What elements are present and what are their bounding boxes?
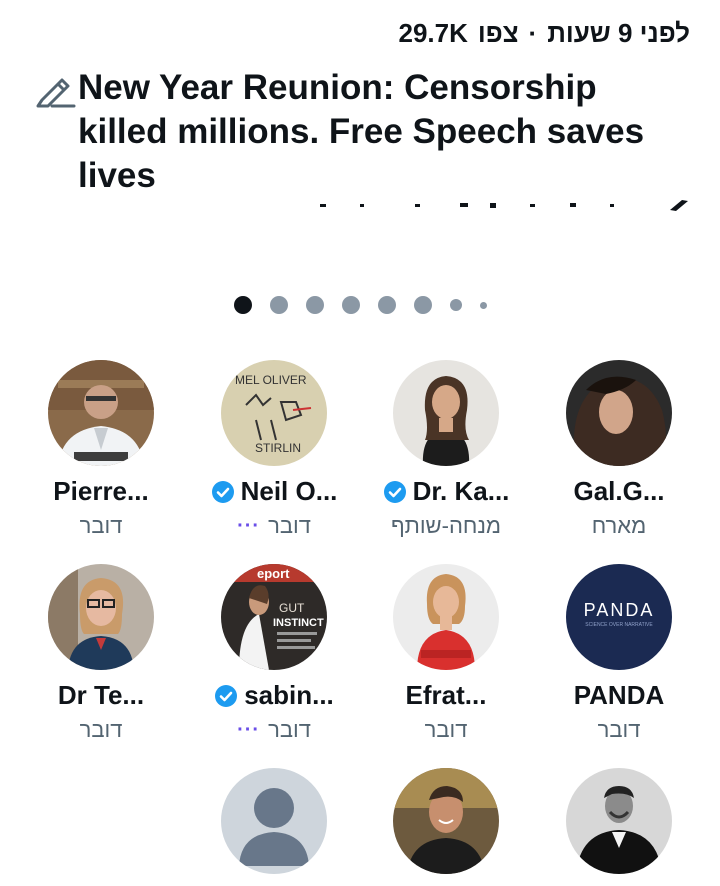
avatar[interactable]: [393, 360, 499, 466]
participant-name: Pierre...: [53, 476, 149, 506]
avatar[interactable]: MEL OLIVER STIRLIN: [221, 360, 327, 466]
participant-card[interactable]: Efrat... דובר: [356, 564, 536, 743]
space-title-row: New Year Reunion: Censorship killed mill…: [34, 66, 690, 198]
views-count: 29.7K: [398, 18, 468, 48]
space-header-meta: 29.7K צפו · לפני 9 שעות: [399, 18, 690, 49]
avatar[interactable]: [393, 768, 499, 874]
avatar[interactable]: [48, 564, 154, 670]
participant-role: מארח: [591, 513, 647, 538]
participant-card[interactable]: Dr Te... דובר: [11, 564, 191, 743]
avatar[interactable]: PANDA SCIENCE OVER NARRATIVE: [566, 564, 672, 670]
avatar[interactable]: [221, 768, 327, 874]
views-label: צפו: [477, 18, 519, 48]
carousel-dot[interactable]: [341, 296, 360, 314]
participant-card[interactable]: MEL OLIVER STIRLIN Neil O... ··· דובר: [184, 360, 364, 539]
participant-card[interactable]: [356, 768, 536, 874]
panda-logo-text: PANDA: [584, 600, 655, 620]
participant-name: Dr Te...: [57, 680, 145, 710]
avatar[interactable]: eport GUT INSTINCT: [221, 564, 327, 670]
participant-role: מנחה-שותף: [390, 513, 502, 538]
scroll-artifact: [320, 200, 688, 211]
participant-name: PANDA: [573, 680, 665, 710]
time-ago: לפני 9 שעות: [547, 18, 690, 48]
carousel-dot[interactable]: [479, 301, 487, 309]
verified-badge-icon: [383, 480, 406, 503]
sign-text: STIRLIN: [255, 441, 301, 455]
participant-card[interactable]: [184, 768, 364, 874]
participant-name: Dr. Ka...: [356, 476, 536, 507]
carousel-dot-active[interactable]: [233, 296, 252, 314]
sign-text: MEL OLIVER: [235, 373, 307, 387]
carousel-dot[interactable]: [305, 296, 324, 314]
more-icon: ···: [237, 514, 261, 537]
panda-tagline-text: SCIENCE OVER NARRATIVE: [585, 622, 653, 628]
verified-badge-icon: [215, 684, 238, 707]
space-title: New Year Reunion: Censorship killed mill…: [78, 68, 645, 195]
pencil-edit-icon[interactable]: [34, 68, 76, 110]
participant-role: ··· דובר: [237, 717, 311, 742]
avatar[interactable]: [566, 360, 672, 466]
carousel-dot[interactable]: [449, 299, 462, 311]
participant-card[interactable]: eport GUT INSTINCT sabin... ··· דובר: [184, 564, 364, 743]
participant-name: Gal.G...: [573, 476, 665, 506]
participant-card[interactable]: Pierre... דובר: [11, 360, 191, 539]
participant-name: Neil O...: [184, 476, 364, 507]
participant-name: sabin...: [184, 680, 364, 711]
participant-role: ··· דובר: [237, 513, 311, 538]
verified-badge-icon: [211, 480, 234, 503]
carousel-pagination: [0, 296, 720, 314]
carousel-dot[interactable]: [413, 296, 432, 314]
avatar[interactable]: [566, 768, 672, 874]
participant-role: דובר: [597, 717, 641, 742]
magazine-text: GUT: [279, 601, 305, 615]
avatar[interactable]: [48, 360, 154, 466]
meta-separator: ·: [528, 18, 538, 48]
participant-card[interactable]: PANDA SCIENCE OVER NARRATIVE PANDA דובר: [529, 564, 709, 743]
participant-card[interactable]: [529, 768, 709, 874]
participant-role: דובר: [79, 717, 123, 742]
carousel-dot[interactable]: [269, 296, 288, 314]
participant-card[interactable]: Gal.G... מארח: [529, 360, 709, 539]
participant-name: Efrat...: [405, 680, 487, 710]
more-icon: ···: [237, 718, 261, 741]
participant-role: דובר: [79, 513, 123, 538]
participant-role: דובר: [424, 717, 468, 742]
magazine-text: eport: [257, 566, 290, 581]
magazine-text: INSTINCT: [273, 617, 324, 629]
avatar[interactable]: [393, 564, 499, 670]
carousel-dot[interactable]: [377, 296, 396, 314]
participant-card[interactable]: Dr. Ka... מנחה-שותף: [356, 360, 536, 539]
